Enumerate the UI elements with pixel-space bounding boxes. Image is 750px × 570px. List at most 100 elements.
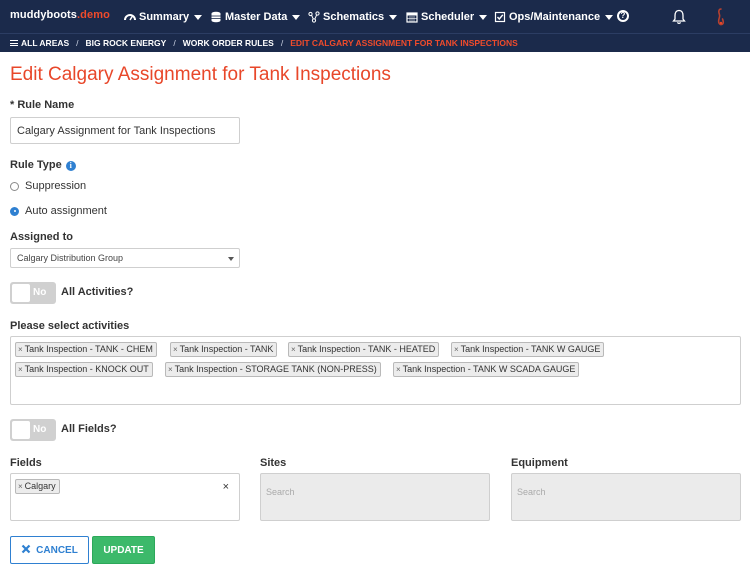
close-icon (21, 544, 31, 557)
info-icon[interactable]: i (65, 161, 76, 171)
brand-logo[interactable]: muddyboots.demo (10, 9, 110, 21)
assigned-to-label: Assigned to (10, 231, 73, 243)
rule-type-label: Rule Type i (10, 159, 76, 171)
nav-schematics[interactable]: Schematics (308, 9, 398, 25)
activity-tag: × Tank Inspection - TANK W SCADA GAUGE (393, 362, 580, 377)
radio-auto-assignment[interactable]: Auto assignment (10, 205, 107, 217)
all-activities-toggle[interactable]: No (10, 282, 56, 304)
activity-tag-label: Tank Inspection - KNOCK OUT (24, 364, 149, 374)
activity-tag: × Tank Inspection - TANK - CHEM (15, 342, 157, 357)
chevron-down-icon (228, 257, 234, 261)
remove-tag-icon[interactable]: × (173, 345, 178, 354)
activity-tag-label: Tank Inspection - TANK W GAUGE (460, 344, 601, 354)
update-button[interactable]: UPDATE (92, 536, 155, 564)
breadcrumb: ALL AREAS / BIG ROCK ENERGY / WORK ORDER… (10, 38, 518, 48)
fields-label: Fields (10, 457, 42, 469)
rule-type-label-text: Rule Type (10, 159, 62, 171)
activities-multiselect[interactable]: × Tank Inspection - TANK - CHEM × Tank Ins… (10, 336, 741, 405)
radio-circle[interactable] (10, 181, 19, 191)
fields-multiselect[interactable]: × Calgary × (10, 473, 240, 521)
all-activities-label: All Activities? (61, 286, 134, 298)
breadcrumb-item-big-rock-energy[interactable]: BIG ROCK ENERGY (86, 38, 167, 48)
toggle-text: No (33, 424, 47, 435)
radio-suppression-label: Suppression (25, 180, 87, 192)
chevron-down-icon (292, 14, 301, 20)
field-tag: × Calgary (15, 479, 60, 494)
breadcrumb-item-all-areas[interactable]: ALL AREAS (21, 38, 69, 48)
equipment-search-placeholder: Search (517, 487, 546, 497)
user-icon[interactable] (714, 8, 728, 26)
remove-tag-icon[interactable]: × (396, 365, 401, 374)
database-icon (210, 11, 222, 23)
nav-schematics-label: Schematics (323, 11, 385, 23)
sites-multiselect: Search (260, 473, 490, 521)
field-tag-label: Calgary (24, 481, 56, 491)
equipment-label: Equipment (511, 457, 568, 469)
activity-tag-label: Tank Inspection - TANK - HEATED (297, 344, 436, 354)
nav-master-data[interactable]: Master Data (210, 9, 301, 25)
activity-tag-label: Tank Inspection - STORAGE TANK (NON-PRES… (174, 364, 377, 374)
activity-tag: × Tank Inspection - TANK W GAUGE (451, 342, 605, 357)
rule-name-label: * Rule Name (10, 99, 75, 111)
toggle-knob (12, 284, 30, 302)
brand-suffix: .demo (77, 9, 110, 21)
tachometer-icon (124, 11, 136, 23)
sitemap-icon (308, 11, 320, 23)
activity-tag: × Tank Inspection - TANK - HEATED (288, 342, 440, 357)
chevron-down-icon (479, 14, 488, 20)
nav-master-data-label: Master Data (225, 11, 288, 23)
clear-icon[interactable]: × (223, 481, 229, 493)
page-title: Edit Calgary Assignment for Tank Inspect… (10, 64, 391, 85)
calendar-icon (406, 11, 418, 23)
toggle-text: No (33, 287, 47, 298)
question-circle-icon[interactable]: ? (617, 10, 629, 22)
assigned-to-value: Calgary Distribution Group (17, 253, 124, 263)
radio-auto-assignment-label: Auto assignment (25, 205, 107, 217)
toggle-knob (12, 421, 30, 439)
radio-suppression[interactable]: Suppression (10, 180, 86, 192)
equipment-multiselect: Search (511, 473, 741, 521)
sites-label: Sites (260, 457, 287, 469)
bell-icon[interactable] (671, 9, 687, 25)
brand-name: muddyboots (10, 9, 77, 21)
chevron-down-icon (194, 14, 203, 20)
activity-tag-label: Tank Inspection - TANK - CHEM (24, 344, 153, 354)
breadcrumb-separator: / (280, 38, 284, 48)
checkbox-icon (494, 11, 506, 23)
all-fields-label: All Fields? (61, 423, 117, 435)
remove-tag-icon[interactable]: × (18, 345, 23, 354)
rule-name-input[interactable] (10, 117, 240, 144)
nav-scheduler-label: Scheduler (421, 11, 475, 23)
breadcrumb-item-current: EDIT CALGARY ASSIGNMENT FOR TANK INSPECT… (290, 38, 518, 48)
remove-tag-icon[interactable]: × (454, 345, 459, 354)
radio-circle-checked[interactable] (10, 206, 19, 216)
nav-summary[interactable]: Summary (124, 9, 203, 25)
remove-tag-icon[interactable]: × (168, 365, 173, 374)
breadcrumb-bar: ALL AREAS / BIG ROCK ENERGY / WORK ORDER… (0, 33, 750, 52)
activity-tag: × Tank Inspection - KNOCK OUT (15, 362, 153, 377)
update-button-label: UPDATE (103, 544, 144, 556)
activities-label: Please select activities (10, 320, 130, 332)
activity-tag: × Tank Inspection - TANK (170, 342, 278, 357)
breadcrumb-separator: / (173, 38, 176, 48)
all-fields-toggle[interactable]: No (10, 419, 56, 441)
activity-tag: × Tank Inspection - STORAGE TANK (NON-PRE… (165, 362, 381, 377)
activity-tag-label: Tank Inspection - TANK W SCADA GAUGE (402, 364, 576, 374)
breadcrumb-separator: / (76, 38, 79, 48)
remove-tag-icon[interactable]: × (18, 482, 23, 491)
assigned-to-select[interactable]: Calgary Distribution Group (10, 248, 240, 268)
activity-tag-label: Tank Inspection - TANK (179, 344, 274, 354)
remove-tag-icon[interactable]: × (291, 345, 296, 354)
chevron-down-icon (605, 14, 614, 20)
sites-search-placeholder: Search (266, 487, 295, 497)
nav-summary-label: Summary (139, 11, 190, 23)
cancel-button[interactable]: CANCEL (10, 536, 89, 564)
breadcrumb-item-work-order-rules[interactable]: WORK ORDER RULES (183, 38, 274, 48)
chevron-down-icon (389, 14, 398, 20)
nav-ops-maintenance[interactable]: Ops/Maintenance (494, 9, 614, 25)
top-navbar: muddyboots.demo Summary Master Data Sche… (0, 0, 750, 33)
nav-ops-maintenance-label: Ops/Maintenance (509, 11, 601, 23)
remove-tag-icon[interactable]: × (18, 365, 23, 374)
cancel-button-label: CANCEL (36, 544, 78, 556)
nav-scheduler[interactable]: Scheduler (406, 9, 488, 25)
